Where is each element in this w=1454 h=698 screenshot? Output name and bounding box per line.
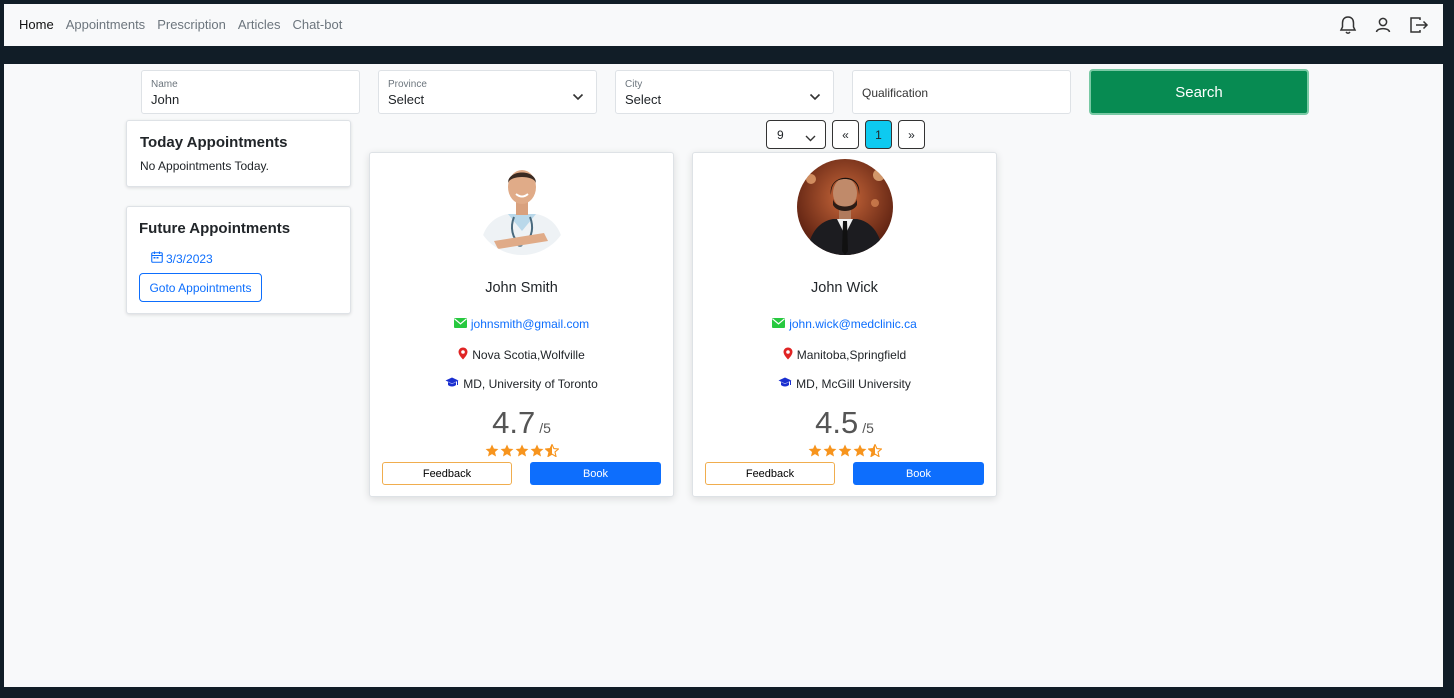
- feedback-button[interactable]: Feedback: [705, 462, 835, 485]
- map-pin-icon: [458, 347, 468, 363]
- doctor-education-row: MD, University of Toronto: [370, 377, 673, 391]
- star-icon: [808, 444, 822, 462]
- goto-appointments-button[interactable]: Goto Appointments: [139, 273, 262, 302]
- star-icon: [485, 444, 499, 462]
- bell-icon[interactable]: [1339, 15, 1357, 35]
- city-select-label: City: [625, 79, 643, 90]
- chevron-down-icon: [805, 131, 816, 145]
- name-field-value[interactable]: John: [151, 92, 179, 107]
- envelope-icon: [772, 317, 786, 331]
- star-half-icon: [543, 443, 560, 462]
- feedback-button[interactable]: Feedback: [382, 462, 512, 485]
- today-appointments-title: Today Appointments: [140, 134, 288, 151]
- main-content: Name John Province Select City Select Qu…: [4, 64, 1443, 687]
- doctor-rating-max: /5: [862, 420, 874, 436]
- doctor-location-row: Nova Scotia,Wolfville: [370, 347, 673, 363]
- doctor-card: John Wick john.wick@medclinic.ca Manitob…: [692, 152, 997, 497]
- city-select-value: Select: [625, 92, 662, 107]
- doctor-rating: 4.7/5: [370, 405, 673, 441]
- star-rating: [370, 443, 673, 462]
- doctor-avatar: [797, 159, 893, 255]
- book-button[interactable]: Book: [530, 462, 661, 485]
- doctor-location: Nova Scotia,Wolfville: [472, 348, 585, 362]
- doctor-education: MD, University of Toronto: [463, 377, 598, 391]
- future-appointment-date-text: 3/3/2023: [166, 251, 213, 266]
- doctor-rating-max: /5: [539, 420, 551, 436]
- nav-chat-bot[interactable]: Chat-bot: [292, 4, 342, 46]
- star-icon: [500, 444, 514, 462]
- search-button[interactable]: Search: [1089, 69, 1309, 115]
- page-size-value: 9: [777, 128, 784, 142]
- star-half-icon: [866, 443, 883, 462]
- page-size-select[interactable]: 9: [766, 120, 826, 149]
- doctor-name: John Smith: [485, 280, 558, 296]
- graduation-cap-icon: [445, 377, 459, 391]
- qualification-input[interactable]: Qualification: [852, 70, 1071, 114]
- doctor-location: Manitoba,Springfield: [796, 348, 907, 362]
- star-rating: [693, 443, 996, 462]
- pager-page-1[interactable]: 1: [865, 120, 892, 149]
- nav-icon-group: [1339, 4, 1429, 46]
- nav-appointments[interactable]: Appointments: [66, 4, 146, 46]
- future-appointment-date[interactable]: 3/3/2023: [151, 251, 213, 266]
- doctor-education: MD, McGill University: [796, 377, 911, 391]
- doctor-email-row[interactable]: johnsmith@gmail.com: [370, 317, 673, 331]
- star-icon: [853, 444, 867, 462]
- star-icon: [530, 444, 544, 462]
- doctor-card: John Smith johnsmith@gmail.com Nova Scot…: [369, 152, 674, 497]
- future-appointments-panel: Future Appointments 3/3/2023 Goto Appoin…: [126, 206, 351, 314]
- doctor-rating: 4.5/5: [693, 405, 996, 441]
- doctor-name: John Wick: [811, 280, 878, 296]
- city-select[interactable]: City Select: [615, 70, 834, 114]
- qualification-placeholder: Qualification: [862, 86, 929, 100]
- doctor-location-row: Manitoba,Springfield: [693, 347, 996, 363]
- nav-home[interactable]: Home: [19, 4, 54, 46]
- future-appointments-title: Future Appointments: [139, 220, 291, 237]
- logout-icon[interactable]: [1409, 16, 1429, 34]
- pager-next-button[interactable]: »: [898, 120, 925, 149]
- pager-prev-button[interactable]: «: [832, 120, 859, 149]
- doctor-avatar: [474, 159, 570, 255]
- province-select[interactable]: Province Select: [378, 70, 597, 114]
- user-icon[interactable]: [1375, 16, 1391, 34]
- nav-prescription[interactable]: Prescription: [157, 4, 226, 46]
- doctor-rating-value: 4.5: [815, 405, 859, 440]
- today-appointments-text: No Appointments Today.: [140, 159, 269, 173]
- doctor-email[interactable]: john.wick@medclinic.ca: [789, 317, 917, 331]
- name-field-label: Name: [151, 79, 178, 90]
- graduation-cap-icon: [778, 377, 792, 391]
- doctor-email-row[interactable]: john.wick@medclinic.ca: [693, 317, 996, 331]
- chevron-down-icon: [809, 88, 821, 106]
- map-pin-icon: [783, 347, 793, 363]
- calendar-icon: [151, 251, 163, 266]
- doctor-email[interactable]: johnsmith@gmail.com: [471, 317, 589, 331]
- star-icon: [823, 444, 837, 462]
- name-field[interactable]: Name John: [141, 70, 360, 114]
- star-icon: [515, 444, 529, 462]
- today-appointments-panel: Today Appointments No Appointments Today…: [126, 120, 351, 187]
- envelope-icon: [453, 317, 467, 331]
- book-button[interactable]: Book: [853, 462, 984, 485]
- province-select-value: Select: [388, 92, 425, 107]
- doctor-rating-value: 4.7: [492, 405, 536, 440]
- top-navbar: Home Appointments Prescription Articles …: [4, 4, 1443, 46]
- star-icon: [838, 444, 852, 462]
- province-select-label: Province: [388, 79, 427, 90]
- nav-articles[interactable]: Articles: [238, 4, 281, 46]
- doctor-education-row: MD, McGill University: [693, 377, 996, 391]
- chevron-down-icon: [572, 88, 584, 106]
